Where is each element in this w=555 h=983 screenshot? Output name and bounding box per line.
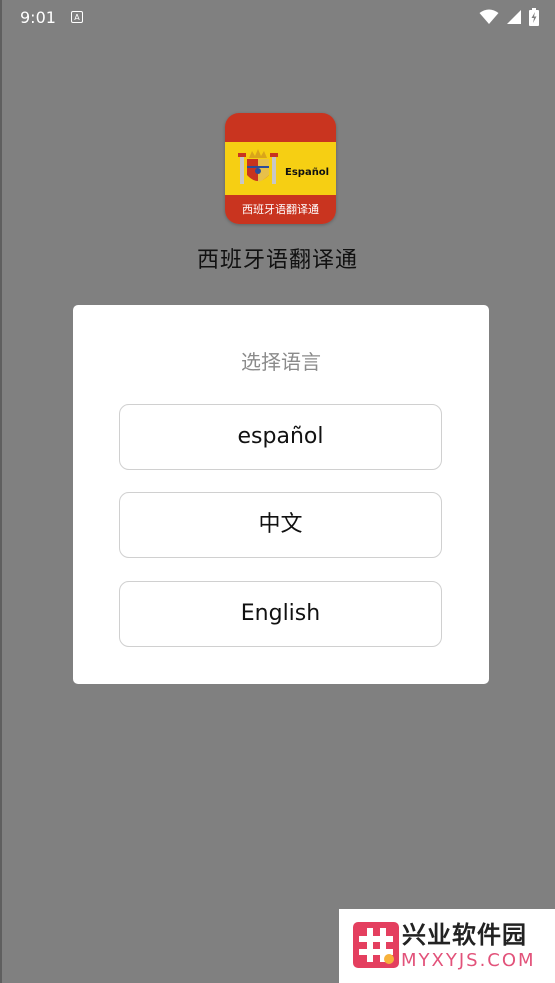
app-title: 西班牙语翻译通 xyxy=(196,248,358,273)
status-time: 9:01 xyxy=(20,8,56,27)
language-option-english[interactable]: English xyxy=(119,581,442,647)
app-icon-label-top: Español xyxy=(285,167,329,178)
spain-flag-app-icon: Español 西班牙语翻译通 xyxy=(225,113,336,224)
app-icon-label-bottom: 西班牙语翻译通 xyxy=(242,202,319,216)
watermark-name: 兴业软件园 xyxy=(402,921,527,949)
signal-icon xyxy=(507,10,521,24)
language-option-spanish[interactable]: español xyxy=(119,404,442,470)
left-edge-strip xyxy=(0,0,2,983)
status-icons xyxy=(479,8,539,26)
battery-charging-icon xyxy=(529,8,539,26)
notification-icon: A xyxy=(71,11,83,23)
wifi-icon xyxy=(479,9,499,24)
hash-logo-icon xyxy=(353,922,399,968)
watermark-domain: MYXYJS.COM xyxy=(401,950,536,971)
app-icon: Español 西班牙语翻译通 xyxy=(225,113,336,224)
status-bar: 9:01 A xyxy=(0,0,555,36)
dialog-title: 选择语言 xyxy=(241,350,321,374)
language-option-chinese[interactable]: 中文 xyxy=(119,492,442,558)
language-dialog: 选择语言 español 中文 English xyxy=(73,305,489,684)
watermark: 兴业软件园 MYXYJS.COM xyxy=(339,909,555,983)
